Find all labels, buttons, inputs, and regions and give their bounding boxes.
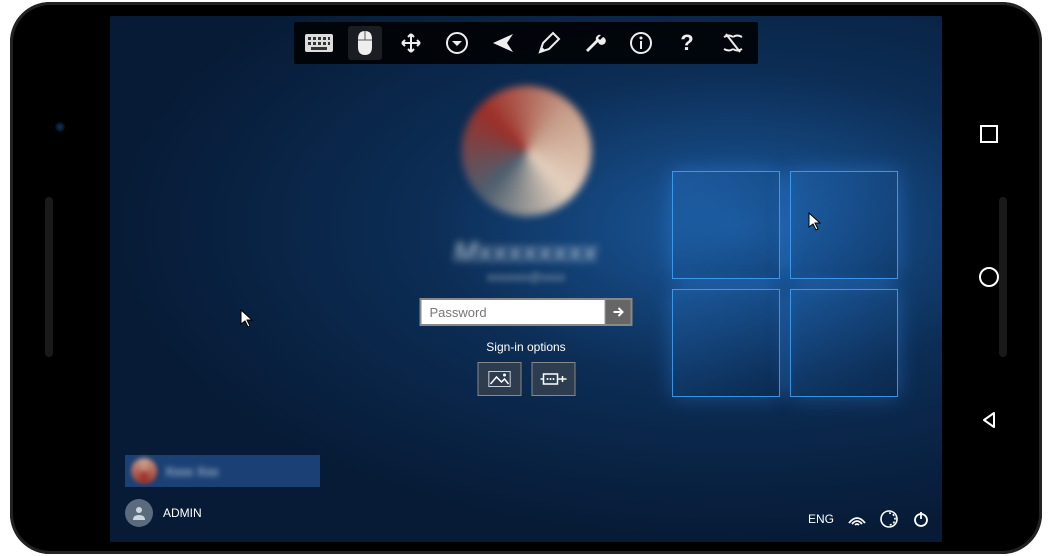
person-icon [125,499,153,527]
svg-text:?: ? [680,31,693,55]
phone-camera [55,122,65,132]
android-nav [964,62,1014,492]
disconnect-icon[interactable] [716,26,750,60]
login-area: Mxxxxxxxx xxxxxxx@xxxx Sign-in options [420,86,633,396]
ease-of-access-icon[interactable] [880,510,898,528]
signin-options-row [477,362,575,396]
user-tile-name: Xxxx Xxx [165,464,218,479]
remote-control-toolbar: ? [294,22,758,64]
password-row [420,298,633,326]
android-back-button[interactable] [977,408,1001,432]
password-input[interactable] [420,298,605,326]
android-home-button[interactable] [977,265,1001,289]
network-icon[interactable] [848,511,866,527]
language-indicator[interactable]: ENG [808,512,834,526]
user-tile-selected[interactable]: Xxxx Xxx [125,455,320,487]
dropdown-icon[interactable] [440,26,474,60]
info-icon[interactable] [624,26,658,60]
password-option[interactable] [531,362,575,396]
wrench-icon[interactable] [578,26,612,60]
power-icon[interactable] [912,510,930,528]
signin-options-label: Sign-in options [486,340,565,354]
user-email: xxxxxxx@xxxx [487,270,565,284]
cursor-icon [240,309,254,329]
windows-logo [672,171,902,401]
user-avatar [461,86,591,216]
keyboard-icon[interactable] [302,26,336,60]
user-tile-avatar [131,458,157,484]
help-icon[interactable]: ? [670,26,704,60]
picture-password-option[interactable] [477,362,521,396]
move-icon[interactable] [394,26,428,60]
user-admin-row[interactable]: ADMIN [125,499,202,527]
admin-label: ADMIN [163,506,202,520]
phone-frame: ? Mxxxxxxxx xxxxxxx@xxxx Sign-in options [10,2,1042,554]
system-tray: ENG [808,510,930,528]
user-display-name: Mxxxxxxxx [454,236,598,268]
android-recent-button[interactable] [977,122,1001,146]
remote-screen: ? Mxxxxxxxx xxxxxxx@xxxx Sign-in options [110,16,942,542]
phone-speaker-left [45,197,53,357]
submit-arrow-button[interactable] [605,298,633,326]
send-icon[interactable] [486,26,520,60]
cursor-icon [808,212,822,232]
pen-icon[interactable] [532,26,566,60]
mouse-icon[interactable] [348,26,382,60]
